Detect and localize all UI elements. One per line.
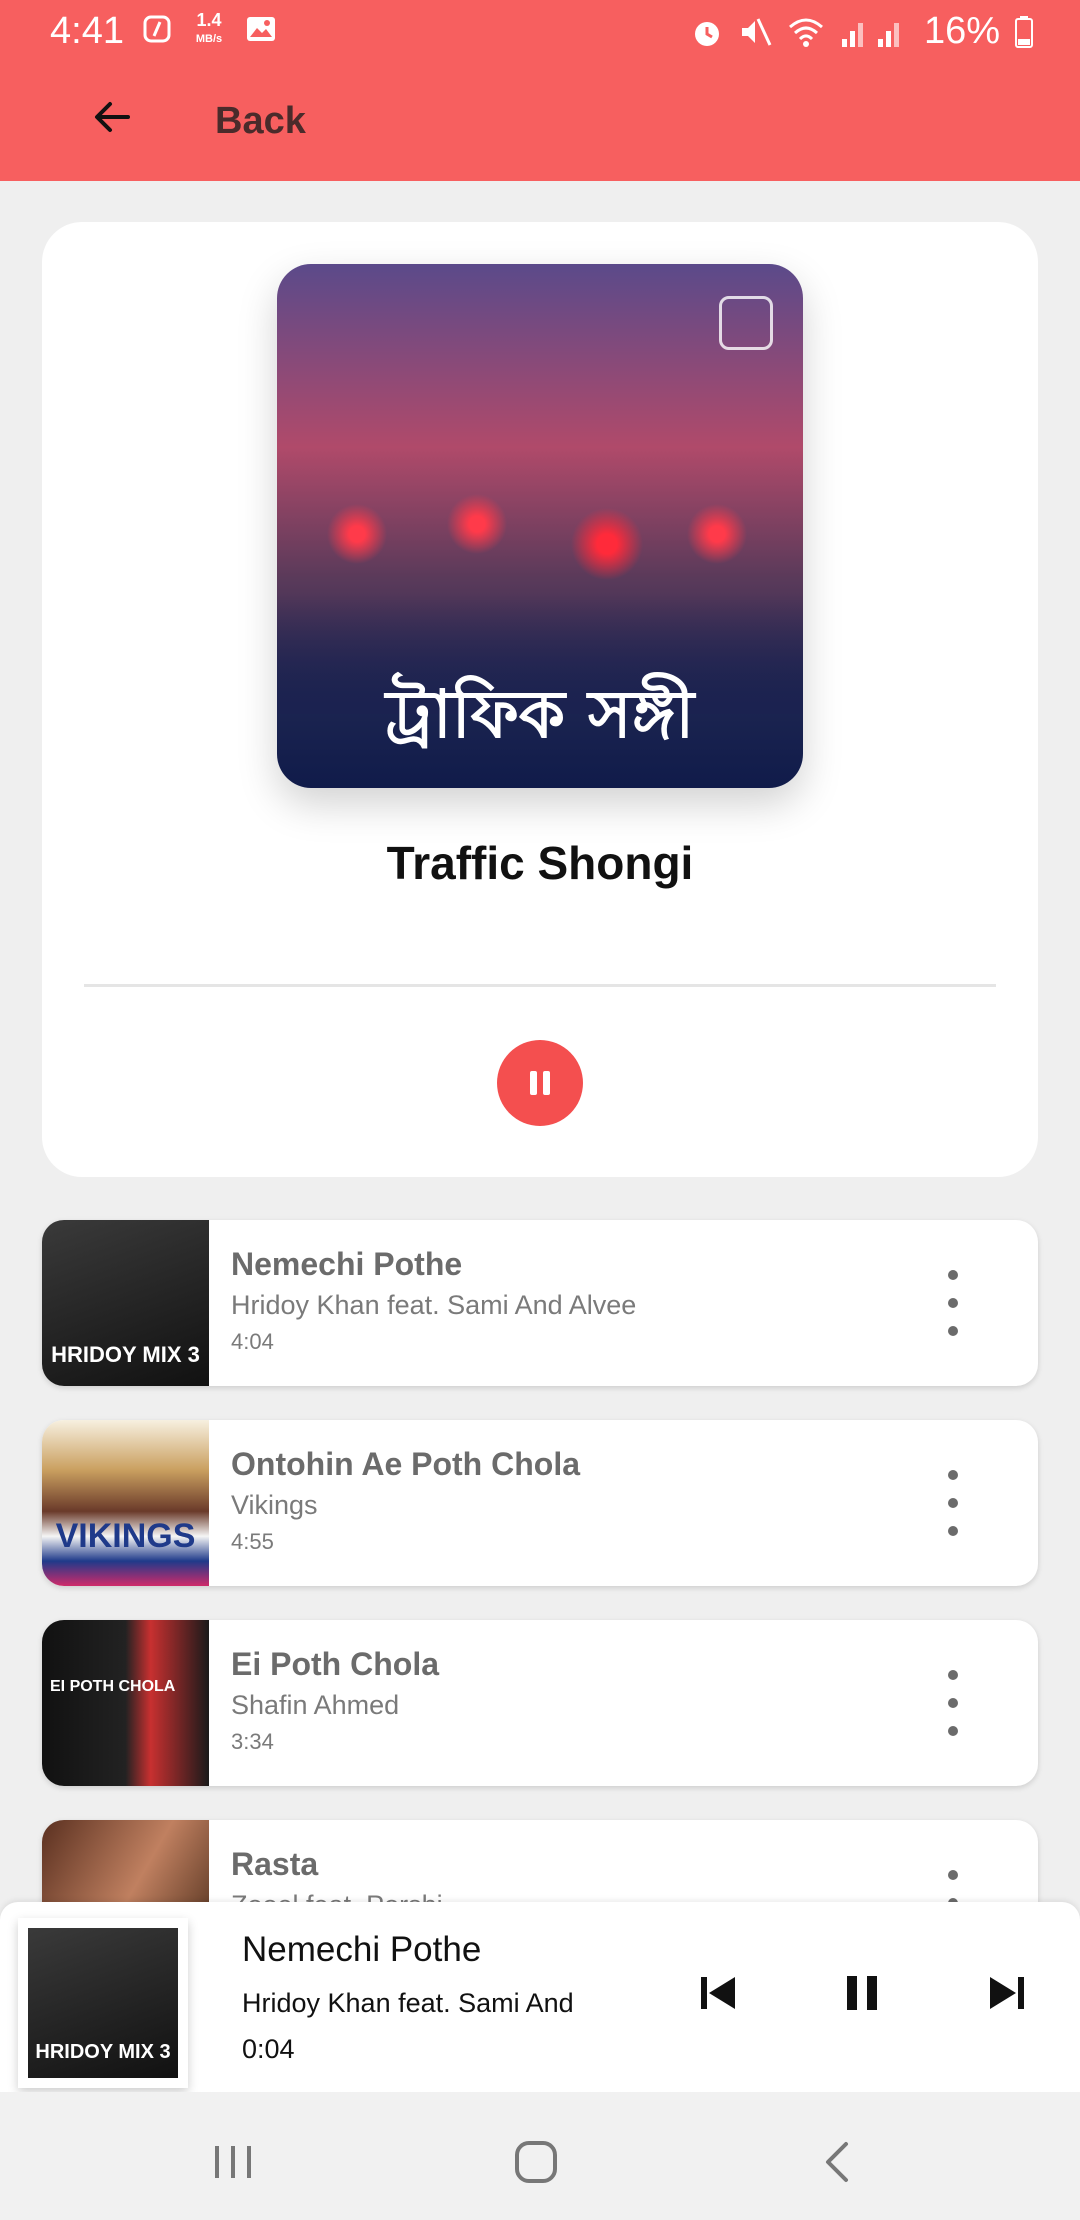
mini-player-title: Nemechi Pothe [242, 1930, 482, 1969]
track-duration: 3:34 [231, 1729, 274, 1754]
pause-icon [530, 1071, 550, 1095]
mini-player-artist: Hridoy Khan feat. Sami And [242, 1988, 574, 2018]
system-nav-bar [0, 2092, 1080, 2220]
thumbnail-text: HRIDOY MIX 3 [51, 1342, 200, 1367]
thumbnail-text: VIKINGS [55, 1517, 196, 1555]
track-title: Ontohin Ae Poth Chola [231, 1446, 580, 1482]
wifi-icon [788, 18, 823, 47]
more-options-icon[interactable] [938, 1670, 968, 1736]
network-speed: 1.4 MB/s [192, 9, 226, 46]
speed-unit: MB/s [195, 32, 223, 45]
skip-previous-icon[interactable] [693, 1968, 743, 2018]
status-time: 4:41 [50, 10, 124, 52]
cover-logo-icon [719, 296, 773, 350]
track-row[interactable]: VIKINGS Ontohin Ae Poth Chola Vikings 4:… [42, 1420, 1038, 1586]
track-title: Ei Poth Chola [231, 1646, 439, 1682]
track-artist: Vikings [231, 1490, 318, 1520]
back-icon[interactable] [808, 2132, 868, 2192]
home-icon[interactable] [506, 2132, 566, 2192]
data-saver-icon [140, 12, 174, 46]
more-options-icon[interactable] [938, 1470, 968, 1536]
battery-percent: 16% [923, 10, 1000, 52]
mute-icon [741, 17, 772, 46]
track-duration: 4:55 [231, 1529, 274, 1554]
track-thumbnail: EI POTH CHOLA [42, 1620, 209, 1786]
play-pause-button[interactable] [497, 1040, 583, 1126]
thumbnail-text: EI POTH CHOLA [50, 1678, 176, 1695]
recent-apps-icon[interactable] [203, 2132, 263, 2192]
image-icon [244, 12, 278, 46]
now-playing-title: Traffic Shongi [386, 837, 694, 889]
skip-next-icon[interactable] [982, 1968, 1032, 2018]
signal-icon [841, 22, 899, 47]
more-options-icon[interactable] [938, 1270, 968, 1336]
track-row[interactable]: EI POTH CHOLA Ei Poth Chola Shafin Ahmed… [42, 1620, 1038, 1786]
track-duration: 4:04 [231, 1329, 274, 1354]
mini-thumb-art: HRIDOY MIX 3 [28, 1928, 178, 2078]
mini-player[interactable]: HRIDOY MIX 3 Nemechi Pothe Hridoy Khan f… [0, 1902, 1080, 2092]
track-thumbnail: VIKINGS [42, 1420, 209, 1586]
alarm-icon [694, 21, 719, 46]
status-bar: 4:41 1.4 MB/s 16% [0, 0, 1080, 62]
now-playing-card: ট্রাফিক সঙ্গী Traffic Shongi [42, 222, 1038, 1177]
app-header: 4:41 1.4 MB/s 16% Back [0, 0, 1080, 181]
back-arrow-icon[interactable] [88, 92, 138, 142]
speed-value: 1.4 [196, 9, 222, 30]
cover-title-text: ট্রাফিক সঙ্গী [385, 676, 695, 753]
mini-thumb-text: HRIDOY MIX 3 [35, 2041, 171, 2063]
track-title: Rasta [231, 1846, 319, 1882]
track-artist: Hridoy Khan feat. Sami And Alvee [231, 1290, 637, 1320]
battery-icon [1015, 15, 1033, 48]
album-cover: ট্রাফিক সঙ্গী [277, 264, 803, 788]
mini-player-thumbnail: HRIDOY MIX 3 [18, 1918, 188, 2088]
track-title: Nemechi Pothe [231, 1246, 463, 1282]
pause-icon[interactable] [837, 1968, 887, 2018]
back-label[interactable]: Back [215, 100, 306, 143]
track-artist: Shafin Ahmed [231, 1690, 400, 1720]
track-row[interactable]: HRIDOY MIX 3 Nemechi Pothe Hridoy Khan f… [42, 1220, 1038, 1386]
mini-player-time: 0:04 [242, 2034, 295, 2064]
track-thumbnail: HRIDOY MIX 3 [42, 1220, 209, 1386]
progress-bar[interactable] [84, 984, 996, 987]
